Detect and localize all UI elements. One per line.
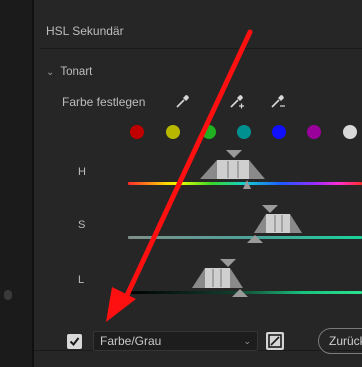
annotation-arrow [106,29,253,322]
